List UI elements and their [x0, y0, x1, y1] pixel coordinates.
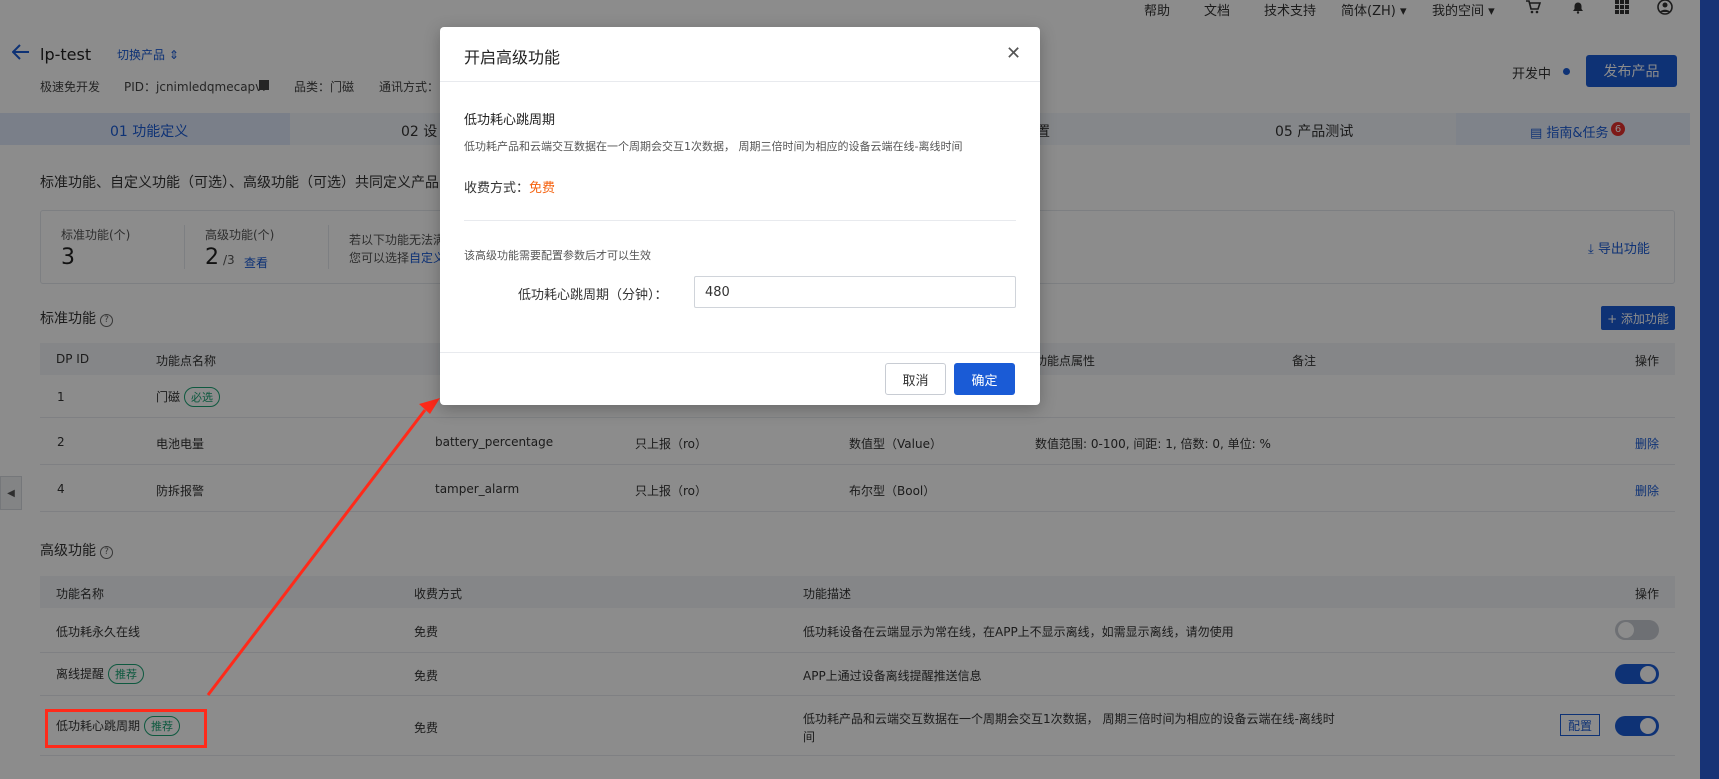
config-hint: 该高级功能需要配置参数后才可以生效: [464, 249, 651, 262]
modal-footer-divider: [440, 352, 1040, 353]
fee-line: 收费方式：免费: [464, 177, 555, 196]
annotation-arrow-line: [206, 409, 427, 696]
feature-name: 低功耗心跳周期: [464, 113, 556, 128]
enable-advanced-modal: 开启高级功能 ✕ 低功耗心跳周期 低功耗产品和云端交互数据在一个周期会交互1次数…: [440, 27, 1040, 405]
heartbeat-period-input[interactable]: [694, 276, 1016, 308]
cancel-button[interactable]: 取消: [885, 363, 946, 395]
feature-description: 低功耗产品和云端交互数据在一个周期会交互1次数据， 周期三倍时间为相应的设备云端…: [464, 140, 963, 153]
fee-label: 收费方式：: [464, 181, 530, 196]
close-icon[interactable]: ✕: [1006, 43, 1021, 64]
heartbeat-field-label: 低功耗心跳周期（分钟）：: [518, 288, 668, 303]
fee-value: 免费: [529, 181, 556, 196]
confirm-button[interactable]: 确定: [954, 363, 1015, 395]
modal-title: 开启高级功能: [464, 48, 561, 67]
modal-header: 开启高级功能 ✕: [440, 27, 1040, 82]
modal-divider: [464, 220, 1016, 221]
